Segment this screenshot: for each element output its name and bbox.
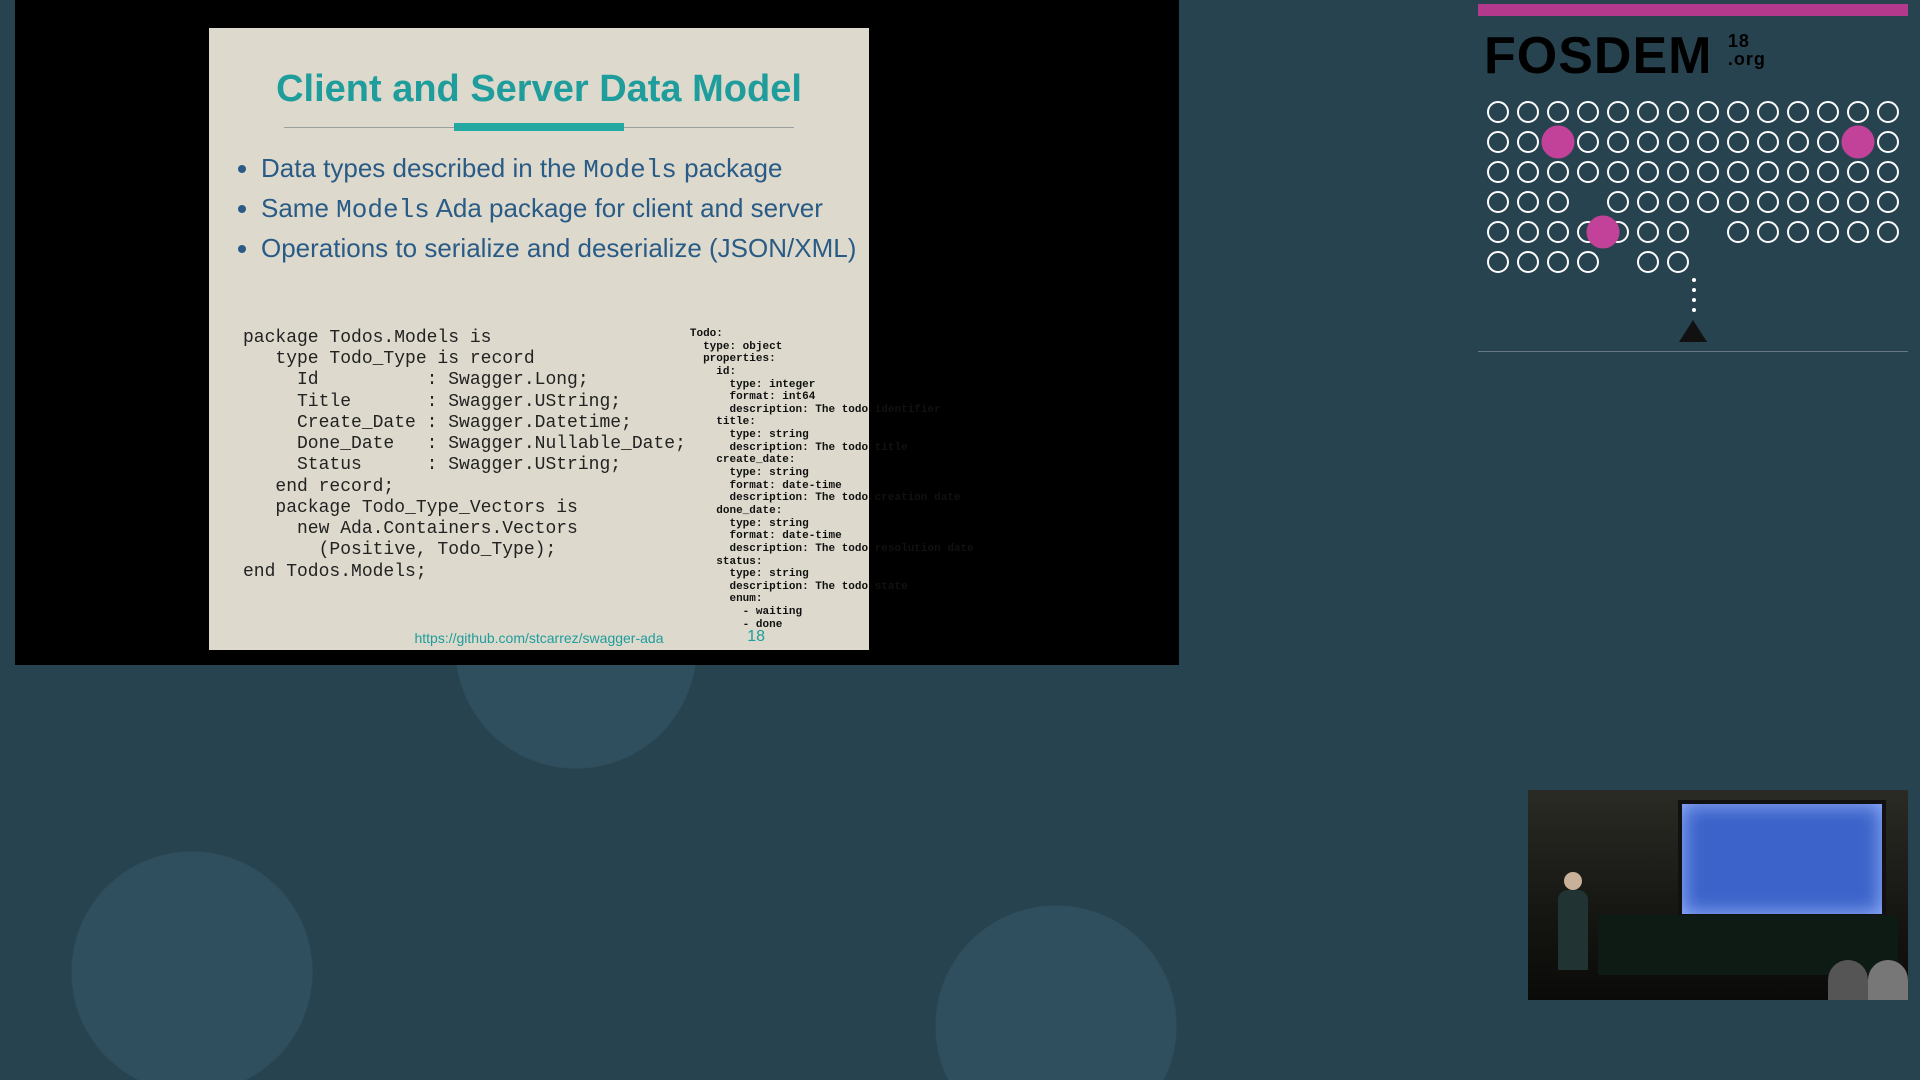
brand-year: 18 <box>1728 31 1750 51</box>
title-underline <box>284 123 794 133</box>
page-number: 18 <box>747 628 765 646</box>
brand-name: FOSDEM <box>1484 27 1712 85</box>
yaml-code-block: Todo: type: object properties: id: type:… <box>690 328 974 610</box>
brand-accent-bar <box>1478 4 1908 16</box>
code-columns: package Todos.Models is type Todo_Type i… <box>243 328 849 610</box>
presentation-stage: Client and Server Data Model Data types … <box>15 0 1179 665</box>
bullet-3: Operations to serialize and deserialize … <box>261 233 869 264</box>
brand-gears-art <box>1478 92 1908 342</box>
slide: Client and Server Data Model Data types … <box>209 28 869 650</box>
bullet-1-text-a: Data types described in the <box>261 153 583 183</box>
slide-title: Client and Server Data Model <box>209 68 869 111</box>
camera-pip <box>1528 790 1908 1000</box>
bullet-list: Data types described in the Models packa… <box>261 153 869 264</box>
gears-svg <box>1478 92 1908 282</box>
ada-code-block: package Todos.Models is type Todo_Type i… <box>243 328 686 610</box>
brand-panel: FOSDEM 18 .org <box>1478 0 1908 380</box>
bullet-1-mono: Models <box>583 155 677 185</box>
bullet-2-text-b: Ada package for client and server <box>430 193 823 223</box>
brand-divider <box>1478 351 1908 352</box>
bullet-2: Same Models Ada package for client and s… <box>261 193 869 225</box>
pip-speaker <box>1558 890 1588 970</box>
tower-icon <box>1679 320 1707 342</box>
bullet-1-text-b: package <box>677 153 783 183</box>
bullet-1: Data types described in the Models packa… <box>261 153 869 185</box>
brand-wordmark: FOSDEM 18 .org <box>1478 26 1908 86</box>
pip-audience-head <box>1828 960 1868 1000</box>
footer-link: https://github.com/stcarrez/swagger-ada <box>209 630 869 646</box>
bullet-2-mono: Models <box>336 195 430 225</box>
bullet-2-text-a: Same <box>261 193 336 223</box>
pip-audience-head <box>1868 960 1908 1000</box>
brand-domain: .org <box>1728 49 1766 69</box>
pip-projector-screen <box>1678 800 1886 918</box>
